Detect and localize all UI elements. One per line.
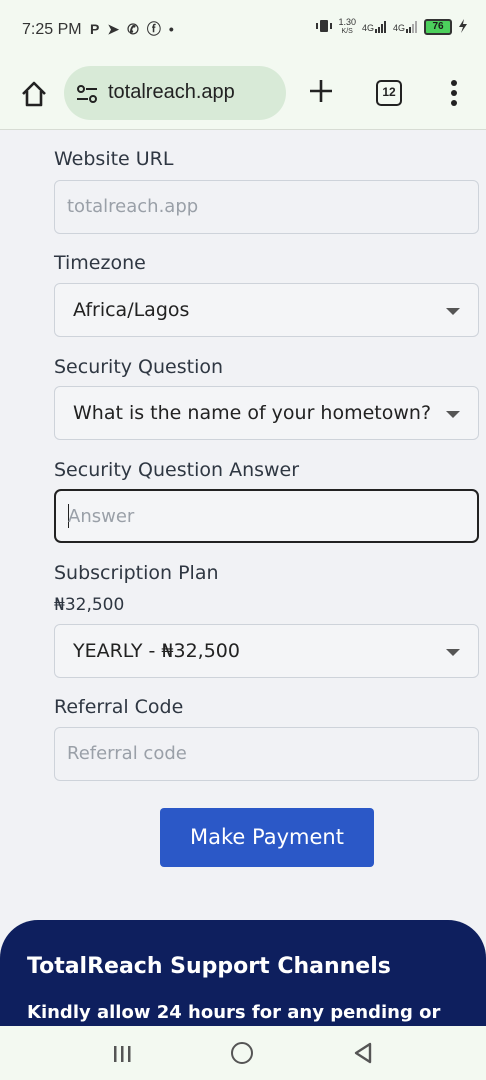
footer-title: TotalReach Support Channels — [27, 954, 391, 979]
url-text: totalreach.app — [108, 81, 235, 103]
recent-apps-button[interactable] — [112, 1045, 132, 1063]
home-icon — [22, 81, 46, 107]
security-answer-label: Security Question Answer — [54, 459, 300, 481]
subscription-plan-label: Subscription Plan — [54, 562, 219, 584]
support-footer: TotalReach Support Channels Kindly allow… — [0, 920, 486, 1030]
recent-apps-icon — [114, 1046, 131, 1062]
status-bar: 7:25 PM P ➤ ✆ ⓕ • 1.30 K/S 4G 4G 76 — [0, 0, 486, 62]
navigation-bar — [0, 1026, 486, 1080]
address-bar[interactable]: totalreach.app — [64, 66, 286, 120]
vibrate-icon — [316, 19, 333, 36]
plus-icon — [310, 80, 332, 102]
website-url-label: Website URL — [54, 148, 174, 170]
facebook-icon: ⓕ — [146, 21, 161, 37]
signal-bars-icon — [374, 21, 386, 33]
network-speed-unit: K/S — [341, 28, 353, 35]
whatsapp-icon: ✆ — [127, 20, 139, 37]
browser-menu-button[interactable] — [442, 76, 466, 110]
p-notification-icon: P — [90, 21, 100, 37]
security-answer-placeholder: Answer — [68, 506, 135, 527]
status-time: 7:25 PM — [22, 21, 82, 38]
signal-4g-1-label: 4G — [361, 23, 374, 33]
site-settings-icon[interactable] — [76, 83, 98, 105]
signal-bars-weak-icon — [406, 21, 417, 33]
chevron-down-icon — [446, 308, 460, 315]
browser-toolbar: totalreach.app 12 — [0, 62, 486, 130]
home-button[interactable] — [18, 78, 50, 110]
network-speed-value: 1.30 — [338, 17, 356, 27]
charging-icon — [458, 18, 468, 36]
battery-icon: 76 — [424, 19, 452, 35]
chevron-down-icon — [446, 411, 460, 418]
referral-code-label: Referral Code — [54, 696, 184, 718]
system-icons: 1.30 K/S 4G 4G 76 — [316, 18, 468, 36]
subscription-plan-select[interactable]: YEARLY - ₦32,500 — [54, 624, 479, 678]
timezone-select[interactable]: Africa/Lagos — [54, 283, 479, 337]
network-speed: 1.30 K/S — [338, 18, 356, 36]
back-icon — [354, 1042, 372, 1064]
home-nav-icon[interactable] — [231, 1042, 253, 1064]
security-question-label: Security Question — [54, 356, 224, 378]
signal-4g-2-label: 4G — [392, 23, 405, 33]
more-notifications-icon: • — [168, 21, 174, 37]
signal-4g-1: 4G — [362, 21, 387, 33]
website-url-field[interactable]: totalreach.app — [54, 180, 479, 234]
signal-4g-2: 4G — [393, 21, 418, 33]
website-url-placeholder: totalreach.app — [67, 196, 199, 217]
more-vertical-icon — [451, 80, 457, 106]
referral-code-placeholder: Referral code — [67, 743, 187, 764]
subscription-price: ₦32,500 — [54, 595, 125, 615]
timezone-label: Timezone — [54, 252, 146, 274]
chevron-down-icon — [446, 649, 460, 656]
security-answer-input[interactable]: Answer — [54, 489, 479, 543]
make-payment-button[interactable]: Make Payment — [160, 808, 374, 867]
security-question-select[interactable]: What is the name of your hometown? — [54, 386, 479, 440]
tab-switcher-button[interactable]: 12 — [376, 80, 402, 106]
timezone-value: Africa/Lagos — [73, 299, 190, 321]
telegram-icon: ➤ — [107, 20, 120, 37]
footer-text: Kindly allow 24 hours for any pending or — [27, 1002, 441, 1023]
subscription-plan-value: YEARLY - ₦32,500 — [73, 640, 240, 662]
referral-code-input[interactable]: Referral code — [54, 727, 479, 781]
security-question-value: What is the name of your hometown? — [73, 402, 432, 424]
new-tab-button[interactable] — [306, 76, 336, 106]
notification-icons: P ➤ ✆ ⓕ • — [90, 19, 174, 39]
back-button[interactable] — [352, 1041, 374, 1065]
